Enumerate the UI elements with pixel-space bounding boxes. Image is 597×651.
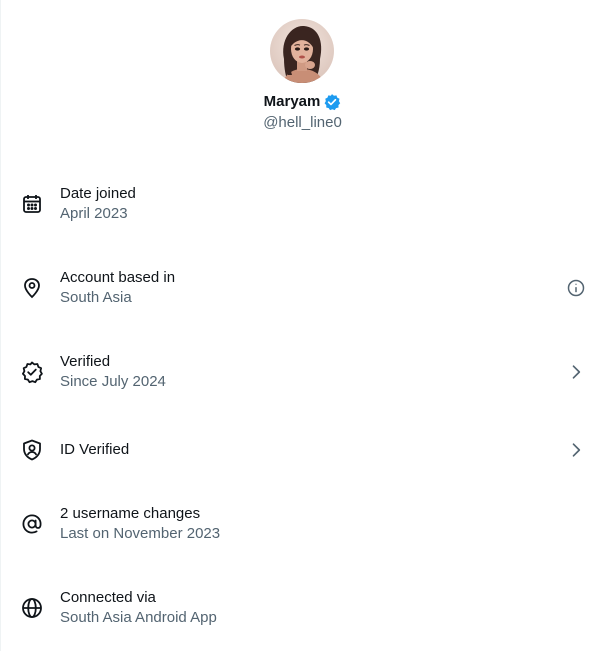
verified-badge-icon[interactable] [323,93,341,111]
chevron-right-icon[interactable] [566,440,586,460]
row-title: Verified [60,353,111,370]
row-account-based-in: Account based in South Asia [1,246,597,330]
row-text: 2 username changes Last on November 2023 [60,482,220,566]
user-handle[interactable]: @hell_line0 [1,113,597,133]
avatar[interactable] [270,19,334,83]
row-subtitle: South Asia Android App [60,609,217,626]
row-date-joined: Date joined April 2023 [1,162,597,246]
location-pin-icon [20,276,44,300]
row-text: Verified Since July 2024 [60,330,166,414]
avatar-illustration [270,19,334,83]
row-id-verified[interactable]: ID Verified [1,408,597,492]
row-verified[interactable]: Verified Since July 2024 [1,330,597,414]
profile-header: Maryam @hell_line0 [1,0,597,140]
row-title: ID Verified [60,441,130,458]
at-sign-icon [20,512,44,536]
name-row: Maryam [1,92,597,112]
about-account-page: Maryam @hell_line0 Date joined April 202… [0,0,597,651]
row-text: Account based in South Asia [60,246,175,330]
row-title: Connected via [60,589,156,606]
row-text: Connected via South Asia Android App [60,566,217,650]
globe-icon [20,596,44,620]
row-subtitle: South Asia [60,289,132,306]
display-name[interactable]: Maryam [264,92,321,112]
verified-check-icon [20,360,44,384]
row-connected-via: Connected via South Asia Android App [1,566,597,650]
row-username-changes: 2 username changes Last on November 2023 [1,482,597,566]
row-title: 2 username changes [60,505,201,522]
row-title: Date joined [60,185,136,202]
calendar-icon [20,192,44,216]
row-subtitle: Last on November 2023 [60,525,221,542]
row-text: ID Verified [60,408,129,492]
row-title: Account based in [60,269,176,286]
chevron-right-icon[interactable] [566,362,586,382]
row-subtitle: Since July 2024 [60,373,166,390]
info-icon[interactable] [566,278,586,298]
id-shield-icon [20,438,44,462]
row-subtitle: April 2023 [60,205,128,222]
row-text: Date joined April 2023 [60,162,136,246]
